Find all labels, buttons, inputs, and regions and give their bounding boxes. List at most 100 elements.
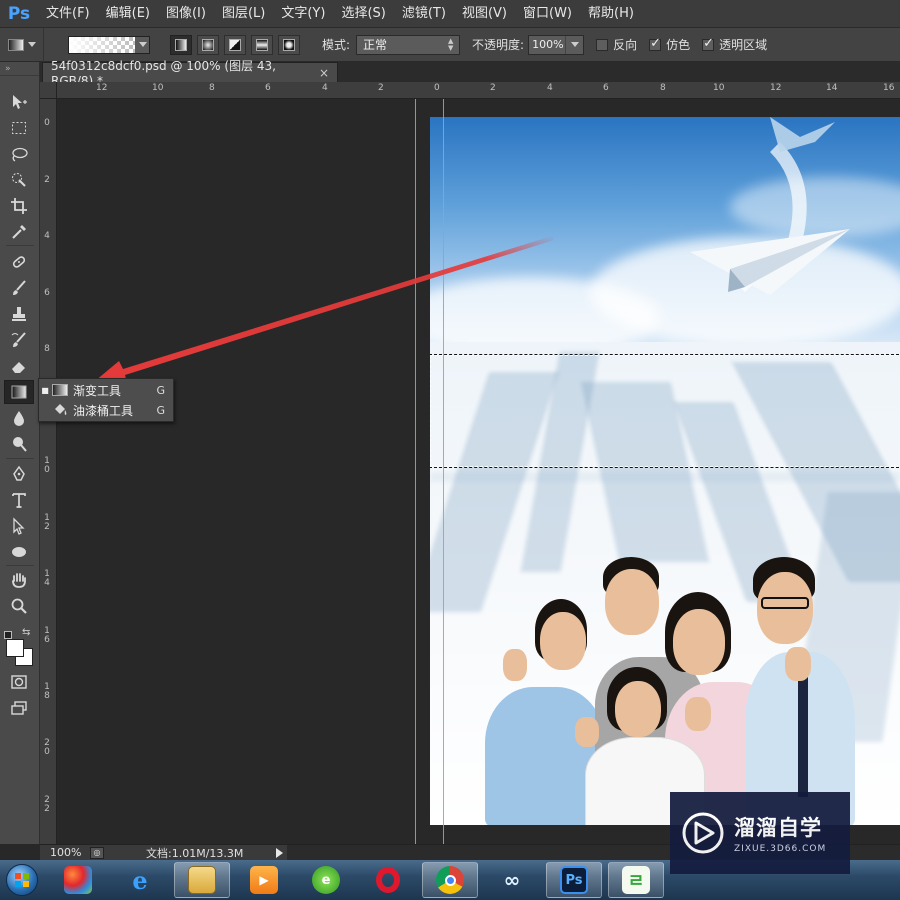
ruler-origin[interactable] [40, 82, 57, 99]
quick-mask-icon [11, 675, 27, 689]
angle-gradient-button[interactable] [224, 34, 246, 55]
ellipse-tool[interactable] [4, 540, 34, 564]
mode-select[interactable]: 正常 ▲ ▼ [356, 34, 461, 55]
flyout-shortcut: G [156, 383, 165, 397]
flyout-item-paint-bucket[interactable]: 油漆桶工具 G [39, 400, 173, 420]
zoom-level[interactable]: 100% [40, 846, 86, 859]
ruler-label: 12 [96, 83, 108, 93]
history-brush-tool[interactable] [4, 328, 34, 352]
crop-tool[interactable] [4, 194, 34, 218]
swap-colors-icon[interactable]: ⇆ [22, 627, 30, 638]
linear-gradient-button[interactable] [170, 34, 192, 55]
chevron-down-icon [27, 42, 36, 47]
screen-mode-icon [11, 701, 27, 715]
zoom-tool[interactable] [4, 594, 34, 618]
menu-layer[interactable]: 图层(L) [214, 0, 273, 28]
canvas-workspace[interactable] [57, 99, 900, 844]
opera-icon[interactable] [360, 862, 416, 898]
close-icon[interactable]: × [319, 66, 329, 80]
menu-filter[interactable]: 滤镜(T) [394, 0, 454, 28]
status-menu-arrow-icon[interactable] [276, 847, 283, 858]
menu-view[interactable]: 视图(V) [454, 0, 515, 28]
photoshop-logo[interactable]: Ps [0, 0, 38, 28]
photoshop-icon[interactable]: Ps [546, 862, 602, 898]
hand-tool[interactable] [4, 568, 34, 592]
document-size: 文档:1.01M/13.3M [146, 846, 244, 860]
gradient-picker[interactable] [68, 35, 150, 54]
menu-select[interactable]: 选择(S) [333, 0, 393, 28]
magnifier-icon [11, 598, 27, 614]
pen-tool[interactable] [4, 462, 34, 486]
watermark-subtitle: ZIXUE.3D66.COM [734, 844, 827, 854]
reverse-checkbox[interactable]: 反向 [596, 36, 637, 53]
reverse-checkbox-box[interactable] [596, 38, 609, 51]
lasso-tool[interactable] [4, 142, 34, 166]
reflected-gradient-button[interactable] [251, 34, 273, 55]
eraser-tool[interactable] [4, 354, 34, 378]
rectangle-marquee-icon [12, 122, 26, 134]
quick-selection-tool[interactable] [4, 168, 34, 192]
lasso-icon [12, 147, 28, 162]
media-player-icon[interactable]: ▶ [236, 862, 292, 898]
quick-mask-button[interactable] [4, 670, 34, 694]
toolbar-divider [6, 565, 34, 566]
menu-window[interactable]: 窗口(W) [515, 0, 580, 28]
chrome-icon[interactable] [422, 862, 478, 898]
blur-tool[interactable] [4, 406, 34, 430]
transparency-checkbox[interactable]: 透明区域 [702, 36, 767, 53]
green-app-icon[interactable]: ㄹ [608, 862, 664, 898]
radial-gradient-button[interactable] [197, 34, 219, 55]
opacity-input[interactable]: 100% [528, 34, 585, 55]
document-tab[interactable]: 54f0312c8dcf0.psd @ 100% (图层 43, RGB/8) … [42, 59, 338, 88]
menu-file[interactable]: 文件(F) [38, 0, 98, 28]
arrow-shape [95, 236, 554, 383]
foreground-color[interactable] [6, 639, 24, 657]
diamond-gradient-button[interactable] [278, 34, 300, 55]
color-swatches: ⇆ [4, 627, 38, 675]
brush-tool[interactable] [4, 276, 34, 300]
clone-stamp-tool[interactable] [4, 302, 34, 326]
ruler-label: 8 [209, 83, 215, 93]
windows-media-icon[interactable] [50, 862, 106, 898]
ruler-label: 6 [44, 288, 50, 298]
ruler-label: 14 [826, 83, 838, 93]
start-button[interactable] [0, 860, 44, 900]
menu-image[interactable]: 图像(I) [158, 0, 214, 28]
ruler-label: 12 [770, 83, 782, 93]
path-selection-tool[interactable] [4, 514, 34, 538]
healing-brush-tool[interactable] [4, 250, 34, 274]
opacity-dropdown[interactable] [565, 35, 583, 54]
transparency-checkbox-box[interactable] [702, 36, 715, 51]
gradient-swatch[interactable] [69, 36, 135, 53]
panel-collapse-grip[interactable]: » [0, 62, 39, 76]
dither-checkbox[interactable]: 仿色 [649, 36, 690, 53]
move-tool[interactable] [4, 90, 34, 114]
dither-checkbox-box[interactable] [649, 36, 662, 51]
chevron-down-icon[interactable] [139, 42, 147, 47]
menu-type[interactable]: 文字(Y) [273, 0, 333, 28]
opacity-value[interactable]: 100% [529, 38, 565, 51]
internet-explorer-icon[interactable]: e [112, 862, 168, 898]
screen-mode-button[interactable] [4, 696, 34, 720]
type-tool[interactable] [4, 488, 34, 512]
file-explorer-icon[interactable] [174, 862, 230, 898]
ruler-label: 8 [660, 83, 666, 93]
flyout-item-gradient[interactable]: ■ 渐变工具 G [39, 380, 173, 400]
dodge-tool[interactable] [4, 432, 34, 456]
ruler-label: 4 [44, 231, 50, 241]
green-browser-icon[interactable]: e [298, 862, 354, 898]
status-info-icon[interactable]: ◎ [90, 846, 104, 859]
diamond-gradient-icon [283, 38, 295, 51]
marquee-tool[interactable] [4, 116, 34, 140]
menu-edit[interactable]: 编辑(E) [98, 0, 158, 28]
eyedropper-tool[interactable] [4, 220, 34, 244]
vertical-ruler[interactable]: 0 2 4 6 8 1 0 1 2 1 4 1 6 1 8 2 0 2 2 [40, 99, 57, 844]
horizontal-ruler[interactable]: 12 10 8 6 4 2 0 2 4 6 8 10 12 14 16 [40, 82, 900, 99]
reverse-label: 反向 [613, 38, 638, 52]
tool-preset-picker[interactable] [0, 27, 44, 62]
cloud-sync-icon[interactable]: ∞ [484, 862, 540, 898]
menu-help[interactable]: 帮助(H) [580, 0, 642, 28]
default-colors-icon[interactable] [4, 631, 12, 639]
gradient-tool[interactable] [4, 380, 34, 404]
mode-label: 模式: [322, 38, 351, 52]
